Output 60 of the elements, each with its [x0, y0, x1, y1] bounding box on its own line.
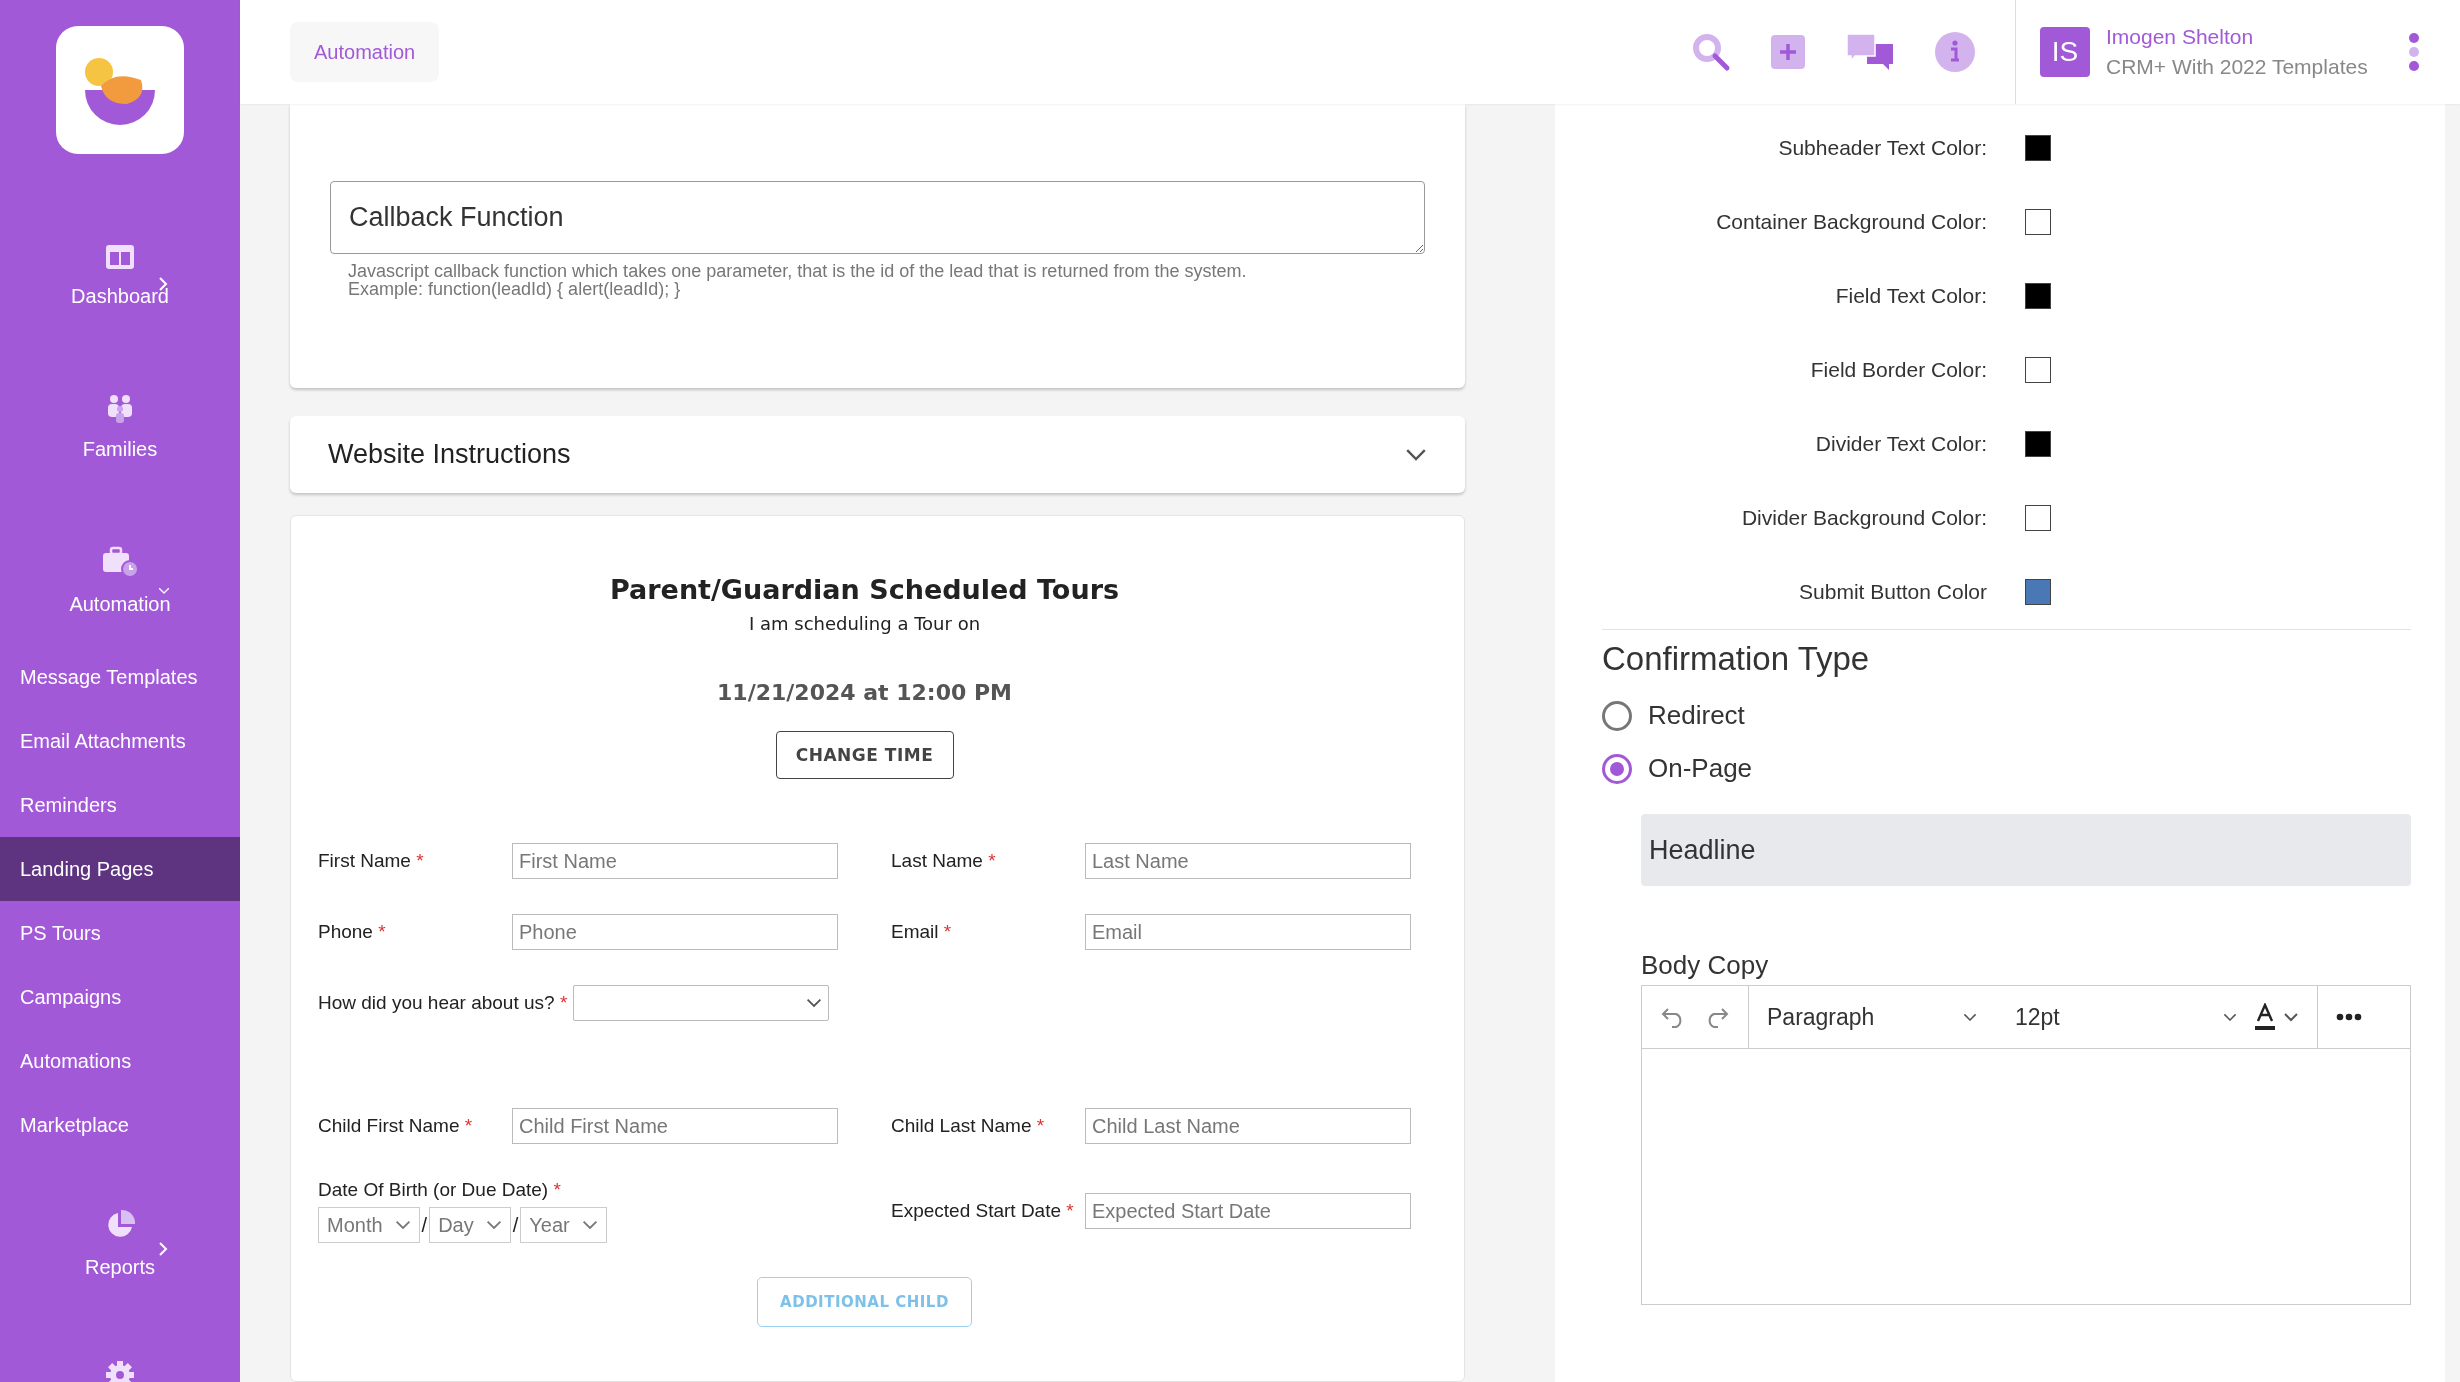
text-field[interactable]: Child First Name: [512, 1108, 838, 1144]
callback-function-field[interactable]: Callback Function: [330, 181, 1425, 254]
text-field[interactable]: Phone: [512, 914, 838, 950]
nav-subitem[interactable]: Automations: [0, 1029, 240, 1093]
field-label: Child First Name *: [318, 1115, 474, 1137]
field-label: How did you hear about us? *: [318, 992, 569, 1014]
nav-subitem[interactable]: Marketplace: [0, 1093, 240, 1157]
separator-text: /: [421, 1213, 428, 1237]
text-field[interactable]: Expected Start Date: [1085, 1193, 1411, 1229]
nav-item[interactable]: Automation: [0, 532, 240, 630]
field-label: Email *: [891, 921, 953, 943]
breadcrumb-tab[interactable]: Automation: [290, 22, 440, 82]
nav-item[interactable]: Dashboard: [0, 230, 240, 322]
nav-subitem[interactable]: Landing Pages: [0, 837, 240, 901]
block-format-dropdown[interactable]: Paragraph: [1767, 1003, 1977, 1031]
setting-label: Divider Background Color:: [1740, 506, 1987, 530]
setting-label: Container Background Color:: [1715, 210, 1987, 234]
nav-item[interactable]: Reports: [0, 1195, 240, 1293]
text-field[interactable]: Last Name: [1085, 843, 1411, 879]
field-label: Child Last Name *: [891, 1115, 1046, 1137]
setting-label: Field Text Color:: [1834, 284, 1987, 308]
form-subtitle: I am scheduling a Tour on: [747, 613, 982, 634]
radio-label: On-Page: [1648, 753, 1753, 784]
setting-label: Submit Button Color: [1798, 580, 1987, 604]
nav-subitem[interactable]: Campaigns: [0, 965, 240, 1029]
field-label: First Name *: [318, 850, 425, 872]
nav-subitem[interactable]: Email Attachments: [0, 709, 240, 773]
help-text: Javascript callback function which takes one parameter, that is the id of the lead that is returned from the system. Example: function(leadId) { alert(leadId); }: [347, 260, 1248, 298]
form-title: Parent/Guardian Scheduled Tours: [608, 574, 1121, 605]
field-label: Body Copy: [1641, 950, 1770, 981]
accordion-title: Website Instructions: [328, 439, 571, 470]
setting-label: Field Border Color:: [1809, 358, 1987, 382]
dropdown-field[interactable]: Month: [318, 1207, 420, 1243]
setting-label: Subheader Text Color:: [1777, 136, 1987, 160]
separator-text: /: [512, 1213, 519, 1237]
font-size-dropdown[interactable]: 12pt: [2015, 1003, 2237, 1031]
setting-label: Divider Text Color:: [1814, 432, 1987, 456]
headline-field[interactable]: Headline: [1641, 814, 2411, 886]
nav-subitem[interactable]: Message Templates: [0, 645, 240, 709]
text-field[interactable]: Email: [1085, 914, 1411, 950]
nav-item[interactable]: Families: [0, 379, 240, 475]
field-label: Last Name *: [891, 850, 997, 872]
text-field[interactable]: First Name: [512, 843, 838, 879]
field-label: Phone *: [318, 921, 387, 943]
text-field[interactable]: Child Last Name: [1085, 1108, 1411, 1144]
user-name: Imogen Shelton: [2106, 25, 2255, 49]
user-subtitle: CRM+ With 2022 Templates: [2106, 55, 2368, 79]
tour-datetime: 11/21/2024 at 12:00 PM: [716, 680, 1013, 705]
change-time-button[interactable]: CHANGE TIME: [775, 731, 954, 779]
accordion-header[interactable]: Website Instructions: [290, 416, 1465, 493]
nav-subitem[interactable]: Reminders: [0, 773, 240, 837]
field-label: Expected Start Date *: [891, 1200, 1075, 1222]
user-avatar[interactable]: IS: [2040, 27, 2090, 77]
radio-label: Redirect: [1648, 700, 1745, 731]
dropdown-field[interactable]: Day: [429, 1207, 511, 1243]
section-title: Confirmation Type: [1602, 640, 1871, 678]
nav-subitem[interactable]: PS Tours: [0, 901, 240, 965]
field-label: Date Of Birth (or Due Date) *: [318, 1179, 562, 1201]
dropdown-field[interactable]: Year: [520, 1207, 607, 1243]
rich-text-editor[interactable]: Paragraph 12pt: [1641, 985, 2411, 1305]
